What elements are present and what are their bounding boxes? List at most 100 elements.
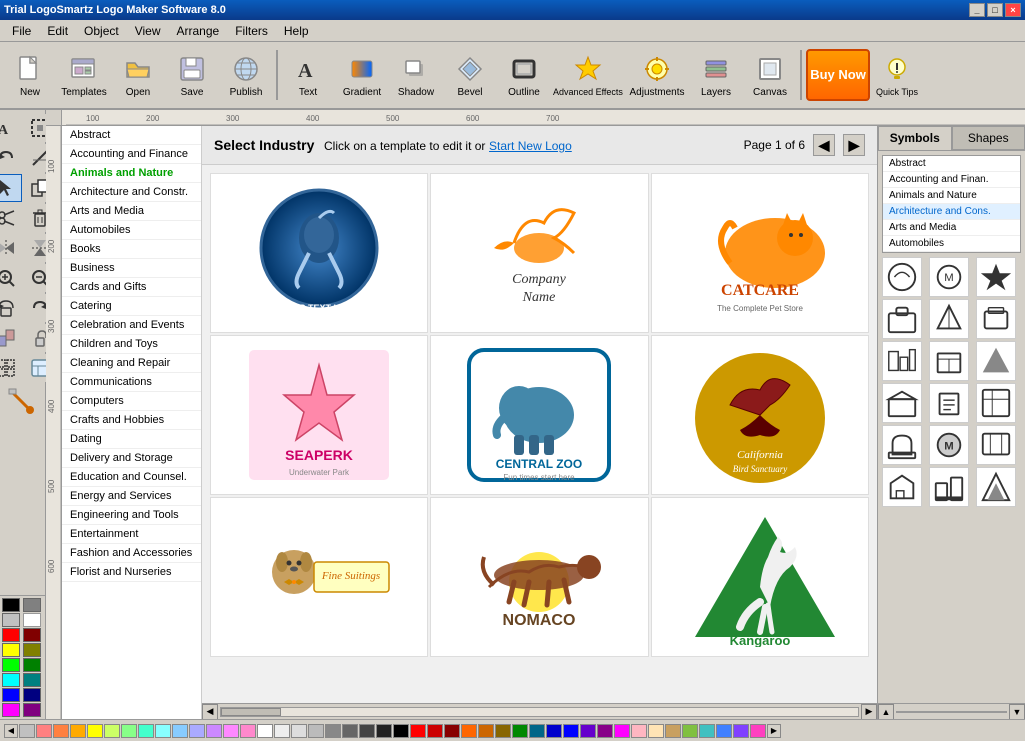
swatch-gray[interactable] xyxy=(23,598,41,612)
swatch-silver[interactable] xyxy=(2,613,20,627)
publish-button[interactable]: Publish xyxy=(220,45,272,105)
symbol-8[interactable] xyxy=(929,341,969,381)
swatch-yellow[interactable] xyxy=(2,643,20,657)
scissors-tool[interactable] xyxy=(0,204,22,232)
menu-help[interactable]: Help xyxy=(276,22,317,40)
category-books[interactable]: Books xyxy=(62,240,201,259)
swatch-11[interactable] xyxy=(206,724,222,738)
arrange-tool[interactable] xyxy=(0,324,22,352)
swatch-41[interactable] xyxy=(716,724,732,738)
prev-page-button[interactable]: ◀ xyxy=(813,134,835,156)
swatch-navy[interactable] xyxy=(23,688,41,702)
symbol-16[interactable] xyxy=(882,467,922,507)
swatch-36[interactable] xyxy=(631,724,647,738)
canvas-button[interactable]: Canvas xyxy=(744,45,796,105)
swatch-2[interactable] xyxy=(53,724,69,738)
swatch-13[interactable] xyxy=(240,724,256,738)
category-animals[interactable]: Animals and Nature xyxy=(62,164,201,183)
right-scroll-up[interactable]: ▲ xyxy=(878,704,894,720)
category-crafts[interactable]: Crafts and Hobbies xyxy=(62,411,201,430)
menu-edit[interactable]: Edit xyxy=(39,22,76,40)
shadow-button[interactable]: Shadow xyxy=(390,45,442,105)
category-entertainment[interactable]: Entertainment xyxy=(62,525,201,544)
logo-template-6[interactable]: California Bird Sanctuary xyxy=(651,335,869,495)
category-computers[interactable]: Computers xyxy=(62,392,201,411)
swatch-39[interactable] xyxy=(682,724,698,738)
right-scrollbar[interactable]: ▲ ▼ xyxy=(878,703,1025,719)
category-engineering[interactable]: Engineering and Tools xyxy=(62,506,201,525)
advanced-effects-button[interactable]: Advanced Effects xyxy=(552,45,624,105)
swatch-35[interactable] xyxy=(614,724,630,738)
category-business[interactable]: Business xyxy=(62,259,201,278)
swatch-fuchsia[interactable] xyxy=(2,703,20,717)
menu-file[interactable]: File xyxy=(4,22,39,40)
symbol-2[interactable]: M xyxy=(929,257,969,297)
symbol-11[interactable] xyxy=(929,383,969,423)
swatch-30[interactable] xyxy=(529,724,545,738)
swatch-17[interactable] xyxy=(308,724,324,738)
swatch-32[interactable] xyxy=(563,724,579,738)
symbol-5[interactable] xyxy=(929,299,969,339)
category-automobiles[interactable]: Automobiles xyxy=(62,221,201,240)
bevel-button[interactable]: Bevel xyxy=(444,45,496,105)
category-accounting[interactable]: Accounting and Finance xyxy=(62,145,201,164)
category-celebration[interactable]: Celebration and Events xyxy=(62,316,201,335)
symbol-7[interactable] xyxy=(882,341,922,381)
category-dating[interactable]: Dating xyxy=(62,430,201,449)
scroll-track[interactable] xyxy=(220,707,859,717)
swatch-21[interactable] xyxy=(376,724,392,738)
menu-object[interactable]: Object xyxy=(76,22,127,40)
swatch-purple[interactable] xyxy=(23,703,41,717)
right-scroll-track[interactable] xyxy=(896,711,1007,713)
symbols-tab[interactable]: Symbols xyxy=(878,126,952,150)
scroll-thumb[interactable] xyxy=(221,708,281,716)
outline-button[interactable]: Outline xyxy=(498,45,550,105)
swatch-22[interactable] xyxy=(393,724,409,738)
swatch-15[interactable] xyxy=(274,724,290,738)
swatch-18[interactable] xyxy=(325,724,341,738)
logo-template-5[interactable]: CENTRAL ZOO Fun times start here xyxy=(430,335,648,495)
swatch-1[interactable] xyxy=(36,724,52,738)
right-scroll-down[interactable]: ▼ xyxy=(1009,704,1025,720)
symbol-6[interactable] xyxy=(976,299,1016,339)
group-tool[interactable] xyxy=(0,354,22,382)
category-arts[interactable]: Arts and Media xyxy=(62,202,201,221)
swatch-blue[interactable] xyxy=(2,688,20,702)
swatch-9[interactable] xyxy=(172,724,188,738)
symbol-1[interactable] xyxy=(882,257,922,297)
category-florist[interactable]: Florist and Nurseries xyxy=(62,563,201,582)
save-button[interactable]: Save xyxy=(166,45,218,105)
category-cleaning[interactable]: Cleaning and Repair xyxy=(62,354,201,373)
swatch-red[interactable] xyxy=(2,628,20,642)
category-education[interactable]: Education and Counsel. xyxy=(62,468,201,487)
symbol-4[interactable] xyxy=(882,299,922,339)
swatch-maroon[interactable] xyxy=(23,628,41,642)
minimize-btn[interactable]: _ xyxy=(969,3,985,17)
sym-cat-architecture[interactable]: Architecture and Cons. xyxy=(883,204,1020,220)
swatch-40[interactable] xyxy=(699,724,715,738)
category-fashion[interactable]: Fashion and Accessories xyxy=(62,544,201,563)
logo-template-7[interactable]: Fine Suitings xyxy=(210,497,428,657)
layers-button[interactable]: Layers xyxy=(690,45,742,105)
open-button[interactable]: Open xyxy=(112,45,164,105)
swatch-33[interactable] xyxy=(580,724,596,738)
flip-h-tool[interactable] xyxy=(0,234,22,262)
undo-tool[interactable] xyxy=(0,144,22,172)
quick-tips-button[interactable]: Quick Tips xyxy=(872,45,922,105)
swatch-19[interactable] xyxy=(342,724,358,738)
swatch-aqua[interactable] xyxy=(2,673,20,687)
category-children[interactable]: Children and Toys xyxy=(62,335,201,354)
swatch-37[interactable] xyxy=(648,724,664,738)
symbol-17[interactable] xyxy=(929,467,969,507)
swatch-12[interactable] xyxy=(223,724,239,738)
swatch-28[interactable] xyxy=(495,724,511,738)
menu-filters[interactable]: Filters xyxy=(227,22,276,40)
scroll-left-btn[interactable]: ◀ xyxy=(202,704,218,720)
color-scroll-right[interactable]: ▶ xyxy=(767,724,781,738)
gradient-button[interactable]: Gradient xyxy=(336,45,388,105)
logo-template-4[interactable]: SEAPERK Underwater Park xyxy=(210,335,428,495)
symbol-14[interactable]: M xyxy=(929,425,969,465)
swatch-38[interactable] xyxy=(665,724,681,738)
swatch-green[interactable] xyxy=(23,658,41,672)
sym-cat-automobiles[interactable]: Automobiles xyxy=(883,236,1020,252)
